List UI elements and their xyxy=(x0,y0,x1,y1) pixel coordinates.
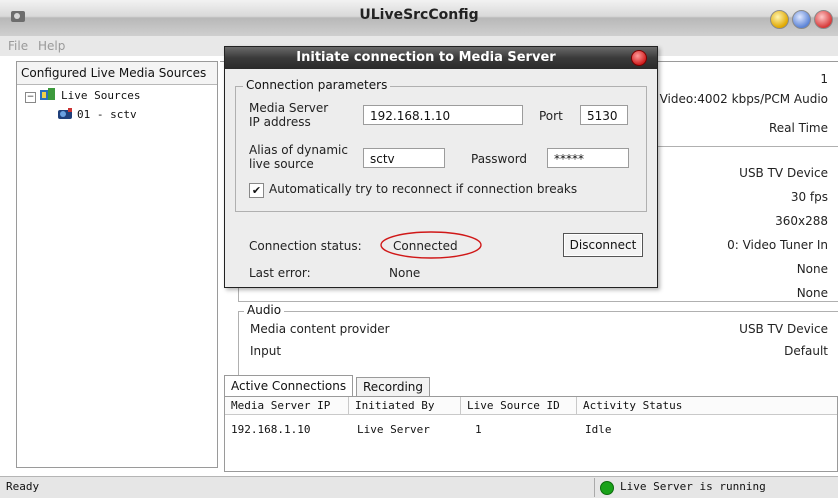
audio-input-label: Input xyxy=(250,344,282,358)
table-cell-ip[interactable]: 192.168.1.10 xyxy=(231,423,310,436)
dialog-titlebar[interactable]: Initiate connection to Media Server xyxy=(225,47,657,69)
alias-input[interactable]: sctv xyxy=(363,148,445,168)
close-icon[interactable] xyxy=(814,10,833,29)
audio-input-value: Default xyxy=(784,344,828,358)
port-label: Port xyxy=(539,109,563,123)
connection-status-label: Connection status: xyxy=(249,239,362,253)
column-header-media-server-ip[interactable]: Media Server IP xyxy=(225,397,349,415)
sources-tree-pane[interactable]: Configured Live Media Sources − Live Sou… xyxy=(16,61,218,468)
window-titlebar[interactable]: ULiveSrcConfig xyxy=(0,0,838,36)
dialog-title: Initiate connection to Media Server xyxy=(296,50,556,65)
column-header-initiated-by[interactable]: Initiated By xyxy=(349,397,461,415)
maximize-icon[interactable] xyxy=(792,10,811,29)
connect-dialog: Initiate connection to Media Server Conn… xyxy=(224,46,658,288)
tree-root-label[interactable]: Live Sources xyxy=(61,89,140,102)
last-error-label: Last error: xyxy=(249,266,311,280)
minimize-icon[interactable] xyxy=(770,10,789,29)
tree-collapse-toggle[interactable]: − xyxy=(25,92,36,103)
port-input[interactable]: 5130 xyxy=(580,105,628,125)
status-separator xyxy=(594,478,595,497)
table-cell-source-id[interactable]: 1 xyxy=(475,423,482,436)
alias-label-line1: Alias of dynamic xyxy=(249,143,348,157)
dialog-close-icon[interactable] xyxy=(631,50,647,66)
live-sources-icon xyxy=(40,88,55,100)
tab-recording[interactable]: Recording xyxy=(356,377,431,396)
status-ready-text: Ready xyxy=(6,480,40,493)
connection-status-value: Connected xyxy=(393,239,458,253)
reconnect-label[interactable]: Automatically try to reconnect if connec… xyxy=(269,183,577,196)
tree-header[interactable]: Configured Live Media Sources xyxy=(17,62,217,85)
video-option2-value: None xyxy=(796,286,828,300)
last-error-value: None xyxy=(389,266,421,280)
video-option1-value: None xyxy=(796,262,828,276)
video-framerate-value: 30 fps xyxy=(790,190,828,204)
password-input[interactable]: ***** xyxy=(547,148,629,168)
live-source-icon xyxy=(58,108,72,119)
status-server-text: Live Server is running xyxy=(620,480,766,493)
window-title: ULiveSrcConfig xyxy=(359,7,479,23)
video-device-value: USB TV Device xyxy=(739,166,828,180)
video-resolution-value: 360x288 xyxy=(775,214,828,228)
alias-label-line2: live source xyxy=(249,157,314,171)
reconnect-checkbox[interactable]: ✔ xyxy=(249,183,264,198)
menu-file[interactable]: File xyxy=(8,39,28,53)
ip-label-line2: IP address xyxy=(249,115,311,129)
audio-provider-label: Media content provider xyxy=(250,322,390,336)
column-header-live-source-id[interactable]: Live Source ID xyxy=(461,397,577,415)
ip-label-line1: Media Server xyxy=(249,101,329,115)
audio-group-title: Audio xyxy=(244,303,285,317)
connections-table[interactable]: Media Server IP Initiated By Live Source… xyxy=(224,396,838,472)
detail-id-value: 1 xyxy=(820,72,828,86)
ip-address-input[interactable]: 192.168.1.10 xyxy=(363,105,523,125)
audio-provider-value: USB TV Device xyxy=(739,322,828,336)
tree-item-sctv[interactable]: 01 - sctv xyxy=(77,108,137,121)
server-running-indicator-icon xyxy=(600,481,614,495)
status-bar: Ready Live Server is running xyxy=(0,476,838,498)
tab-active-connections[interactable]: Active Connections xyxy=(224,375,354,396)
video-input-value: 0: Video Tuner In xyxy=(727,238,828,252)
detail-format-value: Video:4002 kbps/PCM Audio xyxy=(659,92,828,106)
column-header-activity-status[interactable]: Activity Status xyxy=(577,397,837,415)
table-cell-initiated-by[interactable]: Live Server xyxy=(357,423,430,436)
disconnect-button[interactable]: Disconnect xyxy=(563,233,643,257)
menu-help[interactable]: Help xyxy=(38,39,65,53)
table-cell-activity[interactable]: Idle xyxy=(585,423,612,436)
connection-parameters-title: Connection parameters xyxy=(243,78,391,92)
detail-mode-value: Real Time xyxy=(768,121,828,135)
password-label: Password xyxy=(471,152,528,166)
